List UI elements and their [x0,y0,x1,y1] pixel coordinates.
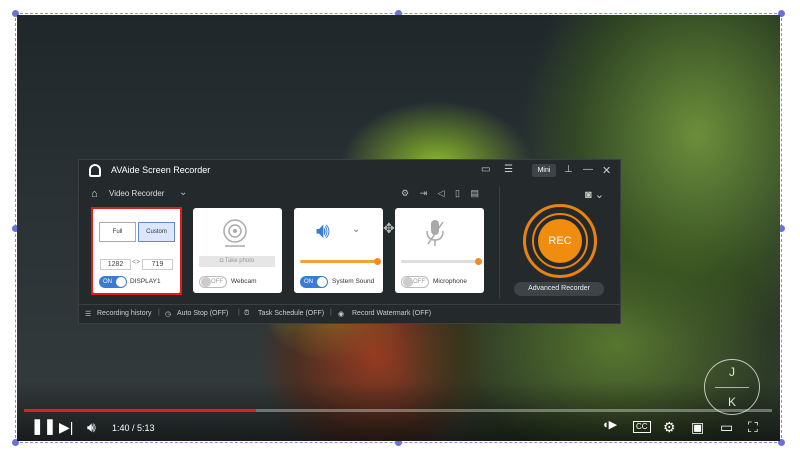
webcam-label: Webcam [231,278,257,285]
app-title: AVAide Screen Recorder [111,165,211,175]
system-sound-card: 🔊︎ ⌄ ON System Sound [294,208,383,293]
volume-icon[interactable]: 🔊︎ [87,419,96,435]
task-schedule-link[interactable]: Task Schedule (OFF) [258,310,324,317]
microphone-icon [426,220,444,246]
watermark-icon: ◉ [338,311,345,318]
clock-icon: ◷ [165,311,172,318]
footer-bar: ☰ Recording history | ◷ Auto Stop (OFF) … [79,304,620,323]
separator: | [238,309,240,316]
mini-mode-button[interactable]: Mini [532,164,556,177]
tool-icons[interactable]: ⚙ ⇥ ◁ ▯ ▤ [401,188,483,199]
watermark-letter-top: J [729,365,735,379]
panel-divider [499,186,500,298]
miniplayer-icon[interactable]: ▣ [691,419,704,435]
move-cursor-icon: ✥ [383,220,395,236]
system-sound-toggle-state: ON [304,279,313,285]
chevron-down-icon[interactable]: ⌄ [179,187,187,198]
settings-gear-icon[interactable]: ⚙ [663,419,676,435]
webcam-toggle-state: OFF [211,279,223,285]
rec-button-inner-ring: REC [532,213,588,269]
microphone-card: ✥ OFF Microphone [383,208,484,293]
webcam-card: ◘ Take photo OFF Webcam [193,208,282,293]
take-photo-label: Take photo [224,258,255,264]
mode-nav: ⌂ Video Recorder ⌄ ⚙ ⇥ ◁ ▯ ▤ [79,186,499,202]
advanced-recorder-button[interactable]: Advanced Recorder [514,282,604,296]
recording-history-link[interactable]: Recording history [97,310,151,317]
next-icon[interactable]: ▶| [59,419,73,435]
close-icon[interactable]: ✕ [602,164,611,177]
watermark-divider [715,387,749,388]
record-watermark-link[interactable]: Record Watermark (OFF) [352,310,431,317]
toggle-knob [403,277,413,287]
autoplay-toggle-icon[interactable]: ◖▶ [602,417,617,433]
highlight-box [91,207,182,295]
theater-mode-icon[interactable]: ▭ [720,419,733,435]
auto-stop-link[interactable]: Auto Stop (OFF) [177,310,228,317]
time-display: 1:40 / 5:13 [112,423,155,433]
separator: | [330,309,332,316]
system-sound-volume-slider[interactable] [300,258,381,265]
system-sound-toggle[interactable]: ON [300,276,328,288]
microphone-label: Microphone [433,278,467,285]
toggle-knob [201,277,211,287]
webcam-icon [223,219,247,247]
mode-dropdown[interactable]: Video Recorder [109,189,164,198]
list-icon: ☰ [85,311,92,318]
captions-icon[interactable]: CC [633,421,651,433]
minimize-icon[interactable]: — [583,164,593,175]
fullscreen-icon[interactable]: ⛶ [748,419,758,435]
slider-knob[interactable] [474,258,482,265]
webcam-toggle[interactable]: OFF [199,276,227,288]
rec-button-ring[interactable]: REC [523,204,597,278]
speaker-icon: 🔊︎ [316,218,330,243]
desktop-stage: J K ❚❚ ▶| 🔊︎ 1:40 / 5:13 ◖▶ CC ⚙ ▣ ▭ ⛶ A… [0,0,800,461]
channel-watermark: J K [704,359,760,415]
progress-bar[interactable] [24,409,772,412]
home-icon[interactable]: ⌂ [91,188,98,200]
screenshot-camera-icon[interactable]: ◙ ⌄ [585,188,604,201]
take-photo-button[interactable]: ◘ Take photo [199,256,275,267]
menu-icon[interactable]: ☰ [504,164,513,175]
recorder-window: AVAide Screen Recorder ▭ ☰ Mini ⊥ — ✕ ⌂ … [78,159,621,324]
pin-icon[interactable]: ⊥ [564,164,573,175]
title-bar: AVAide Screen Recorder ▭ ☰ Mini ⊥ — ✕ [79,160,620,182]
separator: | [158,309,160,316]
chevron-down-icon[interactable]: ⌄ [352,224,360,235]
watermark-letter-bottom: K [727,395,736,409]
microphone-volume-slider[interactable] [401,258,482,265]
pause-icon[interactable]: ❚❚ [31,419,56,435]
progress-played [24,409,256,412]
chat-icon[interactable]: ▭ [481,164,490,175]
alarm-icon: ⏰︎ [244,310,250,317]
rec-button[interactable]: REC [538,219,582,263]
system-sound-label: System Sound [332,278,375,285]
microphone-toggle-state: OFF [413,279,425,285]
toggle-knob [317,277,327,287]
microphone-toggle[interactable]: OFF [401,276,429,288]
app-logo-icon [89,164,101,177]
slider-knob[interactable] [373,258,381,265]
